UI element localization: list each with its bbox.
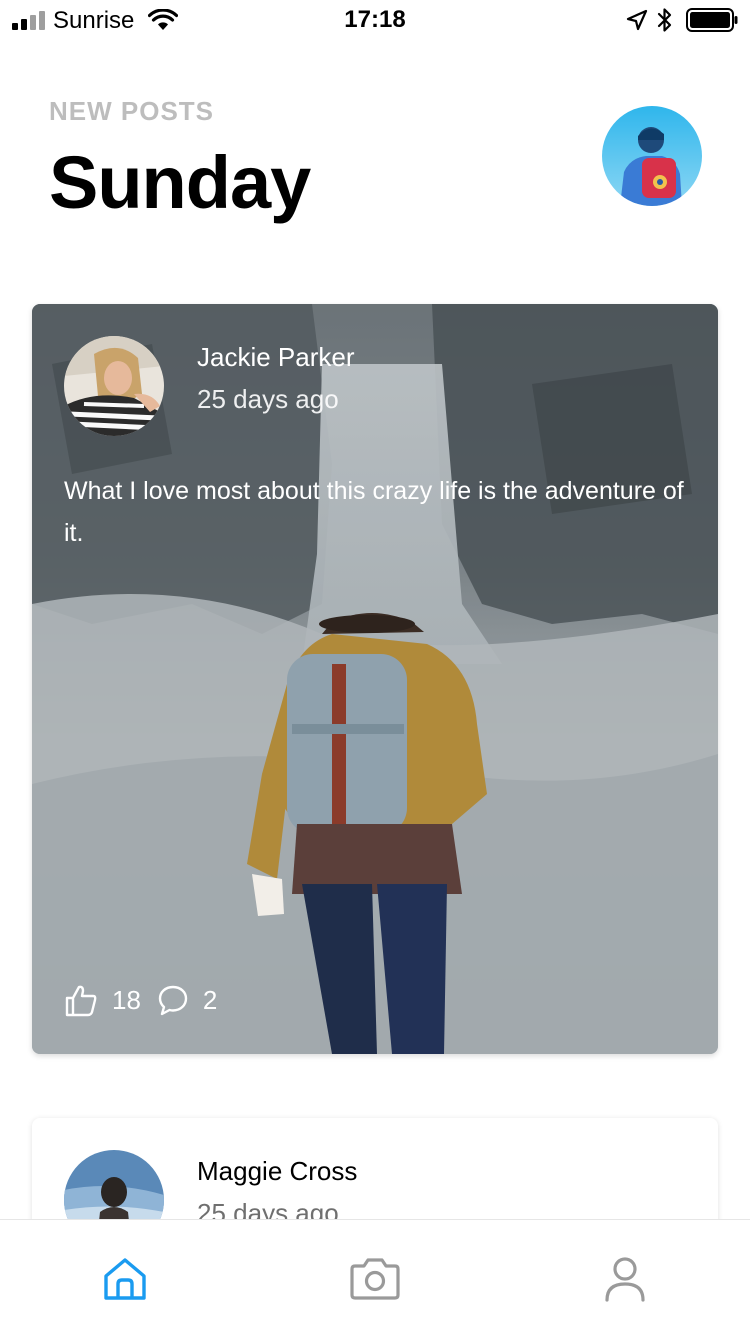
status-bar: Sunrise 17:18: [0, 0, 750, 40]
tab-profile[interactable]: [598, 1252, 652, 1306]
battery-icon: [686, 8, 738, 32]
post-timestamp: 25 days ago: [197, 384, 339, 414]
location-arrow-icon: [626, 9, 648, 31]
comment-count: 2: [202, 984, 218, 1015]
page-title: Sunday: [49, 141, 311, 224]
home-icon: [104, 1258, 146, 1300]
comment-bubble-icon: [158, 985, 188, 1016]
author-avatar[interactable]: [64, 336, 164, 436]
bluetooth-icon: [657, 8, 672, 32]
user-icon: [605, 1257, 645, 1302]
post-card[interactable]: Jackie Parker 25 days ago What I love mo…: [32, 304, 718, 1054]
author-name[interactable]: Maggie Cross: [197, 1156, 357, 1187]
tab-bar: [0, 1219, 750, 1334]
profile-avatar[interactable]: [602, 106, 702, 206]
like-button[interactable]: 18: [64, 983, 141, 1017]
profile-avatar-image: [602, 106, 702, 206]
author-name[interactable]: Jackie Parker: [197, 342, 355, 373]
thumbs-up-icon: [65, 985, 97, 1017]
like-count: 18: [112, 984, 141, 1015]
post-text: What I love most about this crazy life i…: [64, 477, 684, 547]
section-kicker: NEW POSTS: [49, 96, 215, 126]
tab-home[interactable]: [98, 1252, 152, 1306]
camera-icon: [350, 1258, 400, 1300]
author-avatar-image: [64, 336, 164, 436]
tab-camera[interactable]: [348, 1252, 402, 1306]
post-stats: 18 2: [64, 980, 217, 1020]
comment-button[interactable]: 2: [157, 984, 217, 1016]
